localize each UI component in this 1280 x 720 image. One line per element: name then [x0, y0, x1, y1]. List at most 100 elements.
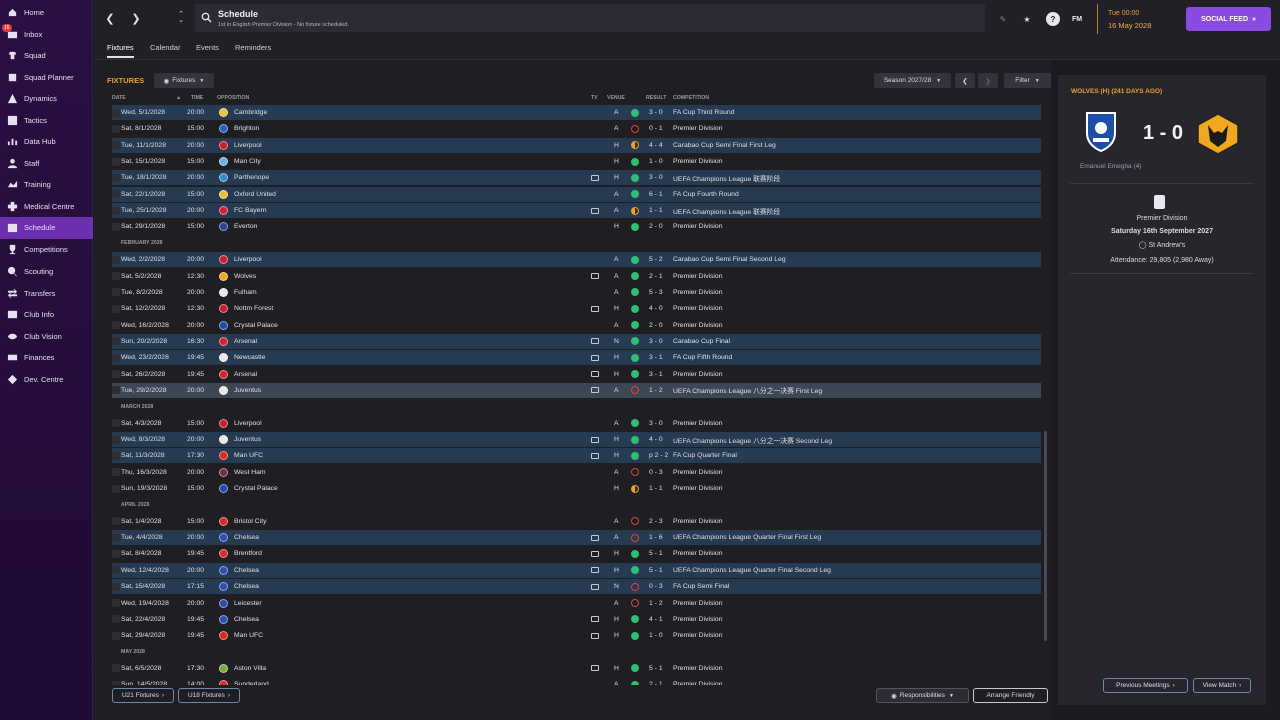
fixture-score[interactable]: 1 - 6 — [649, 534, 663, 541]
table-row[interactable]: Wed, 16/2/2028 20:00 Crystal Palace A 2 - 0 P… — [112, 318, 1041, 333]
col-tv[interactable]: TV — [591, 95, 598, 101]
fixture-opposition[interactable]: Liverpool — [234, 420, 262, 427]
fixture-opposition[interactable]: Parthenope — [234, 174, 269, 181]
col-competition[interactable]: COMPETITION — [673, 95, 709, 101]
sidebar-item-schedule[interactable]: Schedule — [0, 217, 93, 239]
fixture-opposition[interactable]: Man UFC — [234, 452, 263, 459]
fixture-opposition[interactable]: Sunderland — [234, 681, 269, 685]
row-checkbox[interactable] — [112, 615, 120, 624]
fixture-score[interactable]: 0 - 3 — [649, 469, 663, 476]
table-row[interactable]: Wed, 23/2/2028 19:45 Newcastle H 3 - 1 FA Cup… — [112, 350, 1041, 366]
trophy-cabinet-icon[interactable]: ★ — [1020, 12, 1034, 26]
view-dropdown[interactable]: ◉ Fixtures ▼ — [154, 73, 214, 88]
row-checkbox[interactable] — [112, 419, 120, 428]
fixture-score[interactable]: 2 - 0 — [649, 223, 663, 230]
row-checkbox[interactable] — [112, 549, 120, 558]
sidebar-item-dev-centre[interactable]: Dev. Centre — [0, 369, 93, 391]
fixture-score[interactable]: 3 - 1 — [649, 371, 663, 378]
table-row[interactable]: Sat, 8/1/2028 15:00 Brighton A 0 - 1 Premier … — [112, 121, 1041, 136]
fixture-opposition[interactable]: Crystal Palace — [234, 322, 278, 329]
table-row[interactable]: Tue, 18/1/2028 20:00 Parthenope H 3 - 0 UEFA … — [112, 170, 1041, 186]
sidebar-item-home[interactable]: Home — [0, 2, 93, 24]
home-crest-icon[interactable] — [1085, 111, 1117, 158]
table-row[interactable]: Sat, 29/4/2028 19:45 Man UFC H 1 - 0 Premier … — [112, 628, 1041, 643]
prev-season-button[interactable]: ❮ — [955, 73, 975, 88]
sidebar-item-data-hub[interactable]: Data Hub — [0, 131, 93, 153]
tab-events[interactable]: Events — [196, 43, 219, 52]
row-checkbox[interactable] — [112, 435, 120, 444]
row-checkbox[interactable] — [112, 664, 120, 673]
sidebar-item-club-vision[interactable]: Club Vision — [0, 326, 93, 348]
row-checkbox[interactable] — [112, 124, 120, 133]
fixture-opposition[interactable]: Wolves — [234, 273, 256, 280]
table-row[interactable]: Sat, 26/2/2028 19:45 Arsenal H 3 - 1 Premier … — [112, 367, 1041, 382]
fixture-score[interactable]: 4 - 0 — [649, 436, 663, 443]
fixture-opposition[interactable]: Man UFC — [234, 632, 263, 639]
fixture-score[interactable]: 1 - 2 — [649, 600, 663, 607]
sidebar-item-dynamics[interactable]: Dynamics — [0, 88, 93, 110]
fixture-score[interactable]: 5 - 2 — [649, 256, 663, 263]
sidebar-item-training[interactable]: Training — [0, 174, 93, 196]
fixture-opposition[interactable]: Cambridge — [234, 109, 267, 116]
row-checkbox[interactable] — [112, 288, 120, 297]
fixture-opposition[interactable]: Brighton — [234, 125, 259, 132]
fixture-opposition[interactable]: FC Bayern — [234, 207, 266, 214]
table-row[interactable]: Wed, 5/1/2028 20:00 Cambridge A 3 - 0 FA Cup … — [112, 105, 1041, 120]
table-row[interactable]: Sun, 19/3/2028 15:00 Crystal Palace H 1 - 1 P… — [112, 481, 1041, 496]
fixture-opposition[interactable]: Chelsea — [234, 583, 259, 590]
row-checkbox[interactable] — [112, 631, 120, 640]
table-row[interactable]: Tue, 4/4/2028 20:00 Chelsea A 1 - 6 UEFA Cham… — [112, 530, 1041, 546]
fixture-score[interactable]: 2 - 1 — [649, 681, 663, 685]
fixture-opposition[interactable]: West Ham — [234, 469, 266, 476]
fixture-opposition[interactable]: Bristol City — [234, 518, 266, 525]
table-row[interactable]: Tue, 29/2/2028 20:00 Juventus A 1 - 2 UEFA Ch… — [112, 382, 1041, 398]
row-checkbox[interactable] — [112, 533, 120, 542]
edit-icon[interactable]: ✎ — [996, 12, 1010, 26]
fixture-score[interactable]: 3 - 0 — [649, 174, 663, 181]
col-result[interactable]: RESULT — [646, 95, 666, 101]
fixture-score[interactable]: 1 - 1 — [649, 485, 663, 492]
table-row[interactable]: Sat, 6/5/2028 17:30 Aston Villa H 5 - 1 Premi… — [112, 661, 1041, 676]
sidebar-item-finances[interactable]: Finances — [0, 347, 93, 369]
sidebar-item-staff[interactable]: Staff — [0, 153, 93, 175]
fixture-opposition[interactable]: Arsenal — [234, 338, 257, 345]
col-date[interactable]: DATE — [112, 95, 126, 101]
table-row[interactable]: Tue, 8/2/2028 20:00 Fulham A 5 - 3 Premier Di… — [112, 285, 1041, 300]
sidebar-item-squad-planner[interactable]: Squad Planner — [0, 67, 93, 89]
fixture-score[interactable]: 1 - 1 — [649, 207, 663, 214]
club-switch-chevrons-icon[interactable]: ⌃ ⌄ — [172, 9, 190, 27]
row-checkbox[interactable] — [112, 582, 120, 591]
fixture-score[interactable]: 3 - 1 — [649, 354, 663, 361]
fixture-score[interactable]: 3 - 0 — [649, 338, 663, 345]
tab-calendar[interactable]: Calendar — [150, 43, 180, 52]
col-venue[interactable]: VENUE — [607, 95, 625, 101]
fixture-score[interactable]: 5 - 1 — [649, 550, 663, 557]
row-checkbox[interactable] — [112, 321, 120, 330]
fixture-score[interactable]: 5 - 1 — [649, 665, 663, 672]
fm-menu-icon[interactable]: FM — [1070, 12, 1084, 26]
fixture-score[interactable]: 2 - 3 — [649, 518, 663, 525]
row-checkbox[interactable] — [112, 337, 120, 346]
view-match-button[interactable]: View Match › — [1193, 678, 1251, 693]
u21-fixtures-button[interactable]: U21 Fixtures › — [112, 688, 174, 703]
fixture-score[interactable]: 4 - 0 — [649, 305, 663, 312]
row-checkbox[interactable] — [112, 108, 120, 117]
table-row[interactable]: Sat, 5/2/2028 12:30 Wolves A 2 - 1 Premier Di… — [112, 269, 1041, 284]
fixture-opposition[interactable]: Chelsea — [234, 534, 259, 541]
fixture-score[interactable]: 4 - 4 — [649, 142, 663, 149]
sidebar-item-transfers[interactable]: Transfers — [0, 283, 93, 305]
row-checkbox[interactable] — [112, 680, 120, 685]
fixture-opposition[interactable]: Juventus — [234, 436, 261, 443]
search-icon[interactable] — [201, 12, 212, 23]
fixture-score[interactable]: 2 - 0 — [649, 322, 663, 329]
fixture-opposition[interactable]: Arsenal — [234, 371, 257, 378]
row-checkbox[interactable] — [112, 190, 120, 199]
fixture-opposition[interactable]: Chelsea — [234, 567, 259, 574]
table-row[interactable]: Tue, 25/1/2028 20:00 FC Bayern A 1 - 1 UEFA C… — [112, 203, 1041, 219]
table-row[interactable]: Sun, 14/5/2028 14:00 Sunderland A 2 - 1 Premi… — [112, 677, 1041, 685]
fixture-opposition[interactable]: Crystal Palace — [234, 485, 278, 492]
table-row[interactable]: Wed, 2/2/2028 20:00 Liverpool A 5 - 2 Carabao… — [112, 252, 1041, 268]
previous-meetings-button[interactable]: Previous Meetings › — [1103, 678, 1188, 693]
row-checkbox[interactable] — [112, 451, 120, 460]
fixture-score[interactable]: 2 - 1 — [649, 273, 663, 280]
